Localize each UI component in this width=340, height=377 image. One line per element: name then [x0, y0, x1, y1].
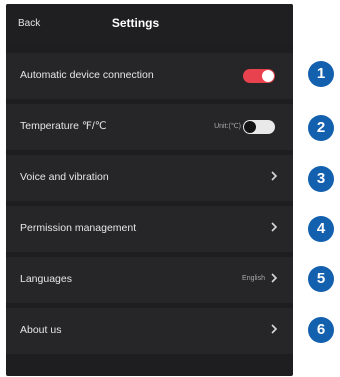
callout-badge-2: 2 — [308, 115, 334, 141]
page-title: Settings — [111, 16, 160, 30]
callout-badge-5: 5 — [308, 266, 334, 292]
settings-screen: Back Settings Automatic device connectio… — [6, 4, 293, 376]
toggle-knob — [244, 121, 256, 133]
toggle-knob — [262, 70, 274, 82]
row-voice-and-vibration[interactable]: Voice and vibration — [6, 155, 293, 201]
language-value: English — [242, 275, 265, 282]
row-label: About us — [20, 324, 62, 336]
row-label: Temperature ℉/℃ — [20, 120, 107, 132]
temperature-unit-toggle[interactable] — [243, 120, 275, 134]
row-label: Automatic device connection — [20, 69, 154, 81]
chevron-right-icon — [271, 273, 278, 283]
auto-connect-toggle[interactable] — [243, 69, 275, 83]
row-permission-management[interactable]: Permission management — [6, 206, 293, 252]
callout-badge-6: 6 — [308, 317, 334, 343]
header-bar: Back Settings — [6, 4, 293, 44]
callout-badge-1: 1 — [308, 61, 334, 87]
chevron-right-icon — [271, 171, 278, 181]
row-about-us[interactable]: About us — [6, 308, 293, 354]
row-label: Languages — [20, 273, 72, 285]
row-automatic-device-connection[interactable]: Automatic device connection — [6, 53, 293, 99]
row-label: Voice and vibration — [20, 171, 109, 183]
row-languages[interactable]: Languages English — [6, 257, 293, 303]
temperature-unit-value: Unit:(℃) — [214, 123, 241, 130]
callout-badge-3: 3 — [308, 166, 334, 192]
chevron-right-icon — [271, 324, 278, 334]
chevron-right-icon — [271, 222, 278, 232]
row-temperature[interactable]: Temperature ℉/℃ Unit:(℃) — [6, 104, 293, 150]
callout-badge-4: 4 — [308, 216, 334, 242]
row-label: Permission management — [20, 222, 137, 234]
page: Back Settings Automatic device connectio… — [0, 0, 340, 377]
